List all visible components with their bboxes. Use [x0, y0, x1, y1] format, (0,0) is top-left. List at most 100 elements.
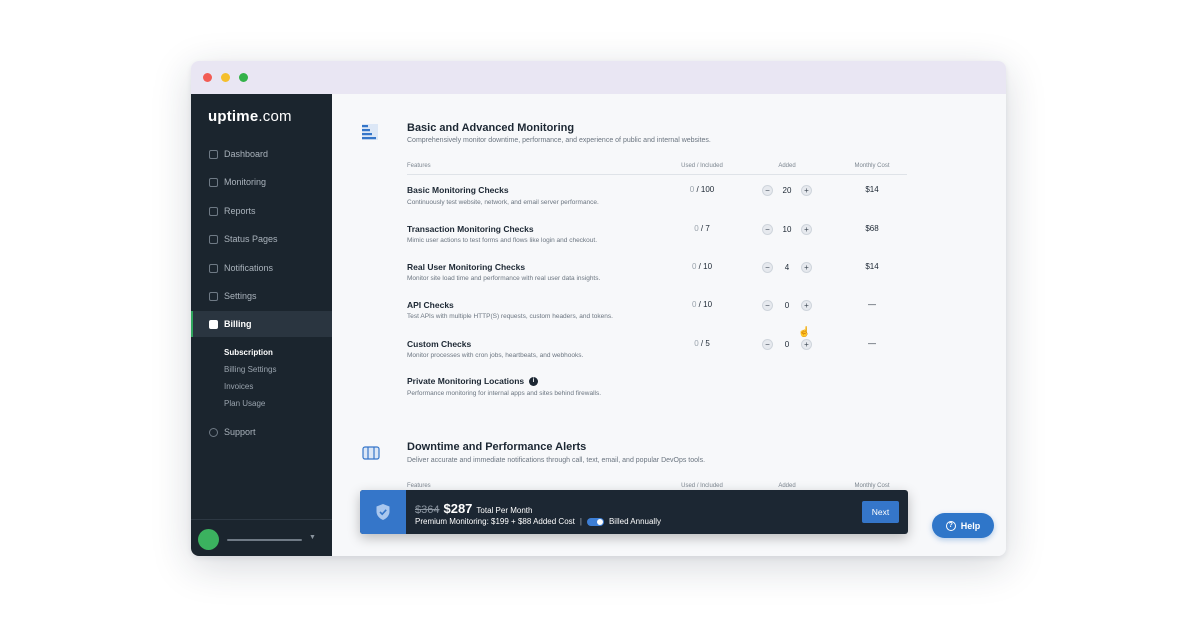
help-label: Help: [960, 520, 981, 531]
quantity-stepper: − 0 +: [762, 299, 812, 311]
uptime-logo[interactable]: uptime.com: [208, 108, 292, 125]
shield-check-icon: [360, 490, 406, 534]
sidebar-item-label: Monitoring: [224, 177, 267, 187]
quantity-value[interactable]: 10: [777, 225, 797, 234]
hand-cursor-icon: ☝: [798, 327, 811, 338]
decrement-button[interactable]: −: [762, 299, 773, 311]
sidebar-item-monitoring[interactable]: Monitoring: [191, 169, 332, 195]
sidebar-item-label: Dashboard: [224, 149, 269, 159]
help-circle-icon: ?: [945, 520, 956, 531]
increment-button[interactable]: +: [801, 261, 812, 273]
monthly-cost: —: [868, 339, 876, 348]
feature-name: Basic Monitoring Checks: [407, 185, 509, 195]
decrement-button[interactable]: −: [762, 338, 773, 350]
sidebar-subitem-subscription[interactable]: Subscription: [224, 348, 273, 357]
column-header-features: Features: [407, 163, 431, 169]
price-detail: Premium Monitoring: $199 + $88 Added Cos…: [415, 517, 661, 526]
column-header-used: Used / Included: [681, 483, 723, 489]
billing-period-label: Billed Annually: [608, 517, 661, 526]
server-stack-icon: [362, 124, 378, 140]
sidebar-item-settings[interactable]: Settings: [191, 283, 332, 309]
monthly-cost: $14: [865, 262, 879, 271]
sidebar-item-label: Support: [224, 427, 256, 437]
feature-description: Monitor site load time and performance w…: [407, 275, 601, 282]
feature-description: Test APIs with multiple HTTP(S) requests…: [407, 313, 613, 320]
sidebar-item-label: Status Pages: [224, 234, 278, 244]
feature-name: Real User Monitoring Checks: [407, 262, 526, 272]
dashboard-icon: [209, 149, 218, 159]
increment-button[interactable]: +: [801, 338, 812, 350]
sidebar-divider: [191, 519, 332, 520]
sidebar-item-label: Settings: [224, 291, 257, 301]
reports-icon: [209, 206, 218, 216]
globe-icon: [209, 427, 218, 437]
next-button[interactable]: Next: [862, 501, 899, 523]
chart-icon: [209, 177, 218, 187]
sidebar-subitem-billing-settings[interactable]: Billing Settings: [224, 365, 276, 374]
column-header-features: Features: [407, 483, 431, 489]
sidebar-item-dashboard[interactable]: Dashboard: [191, 141, 332, 167]
sidebar-item-support[interactable]: Support: [191, 419, 332, 445]
quantity-value[interactable]: 0: [777, 340, 797, 349]
quantity-value[interactable]: 0: [777, 301, 797, 310]
feature-description: Performance monitoring for internal apps…: [407, 390, 602, 397]
quantity-value[interactable]: 20: [777, 186, 797, 195]
main-content: Basic and Advanced Monitoring Comprehens…: [332, 94, 1006, 556]
original-price: $364: [415, 504, 440, 516]
monthly-cost: $68: [865, 224, 879, 233]
increment-button[interactable]: +: [801, 184, 812, 196]
quantity-stepper: − 20 +: [762, 184, 812, 196]
feature-name: Transaction Monitoring Checks: [407, 224, 534, 234]
window-titlebar: [191, 61, 1006, 94]
increment-button[interactable]: +: [801, 299, 812, 311]
settings-icon: [209, 291, 218, 301]
quantity-stepper: − 4 +: [762, 261, 812, 273]
user-name-placeholder[interactable]: [227, 539, 302, 541]
info-icon[interactable]: i: [529, 376, 539, 386]
maximize-window-icon[interactable]: [239, 73, 248, 82]
sidebar-subitem-plan-usage[interactable]: Plan Usage: [224, 399, 265, 408]
sidebar-item-label: Billing: [224, 319, 252, 329]
column-header-cost: Monthly Cost: [854, 483, 890, 489]
credit-card-icon: [209, 319, 218, 329]
quantity-stepper: − 10 +: [762, 223, 812, 235]
feature-name: API Checks: [407, 300, 454, 310]
discounted-price: $287: [443, 501, 473, 516]
alerts-icon: [362, 446, 380, 460]
decrement-button[interactable]: −: [762, 223, 773, 235]
chevron-down-icon[interactable]: ▼: [309, 534, 316, 541]
column-header-added: Added: [778, 163, 796, 169]
header-divider: [407, 174, 907, 175]
bell-icon: [209, 263, 218, 273]
quantity-value[interactable]: 4: [777, 263, 797, 272]
sidebar-item-billing[interactable]: Billing: [191, 311, 332, 337]
usage-value: 0 / 10: [691, 300, 713, 309]
sidebar-item-label: Notifications: [224, 263, 274, 273]
minimize-window-icon[interactable]: [221, 73, 230, 82]
price-label: Total Per Month: [476, 506, 533, 515]
feature-name-private-locations: Private Monitoring Locations i: [407, 376, 539, 386]
quantity-stepper: − 0 +: [762, 338, 812, 350]
decrement-button[interactable]: −: [762, 184, 773, 196]
help-button[interactable]: ? Help: [932, 513, 994, 538]
section-title: Basic and Advanced Monitoring: [407, 122, 575, 134]
feature-description: Monitor processes with cron jobs, heartb…: [407, 352, 584, 359]
column-header-used: Used / Included: [681, 163, 723, 169]
sidebar-item-notifications[interactable]: Notifications: [191, 255, 332, 281]
increment-button[interactable]: +: [801, 223, 812, 235]
avatar[interactable]: [198, 529, 219, 550]
column-header-cost: Monthly Cost: [854, 163, 890, 169]
usage-value: 0 / 5: [694, 339, 710, 348]
billing-toggle[interactable]: [586, 517, 604, 526]
decrement-button[interactable]: −: [762, 261, 773, 273]
sidebar: uptime.com Dashboard Monitoring Reports …: [191, 94, 332, 556]
close-window-icon[interactable]: [203, 73, 212, 82]
flag-icon: [209, 234, 218, 244]
usage-value: 0 / 10: [691, 262, 713, 271]
sidebar-subitem-invoices[interactable]: Invoices: [224, 382, 253, 391]
monthly-cost: $14: [865, 185, 879, 194]
price-total: $364 $287 Total Per Month: [415, 501, 532, 516]
price-summary-bar: $364 $287 Total Per Month Premium Monito…: [360, 490, 908, 534]
sidebar-item-status-pages[interactable]: Status Pages: [191, 226, 332, 252]
sidebar-item-reports[interactable]: Reports: [191, 198, 332, 224]
